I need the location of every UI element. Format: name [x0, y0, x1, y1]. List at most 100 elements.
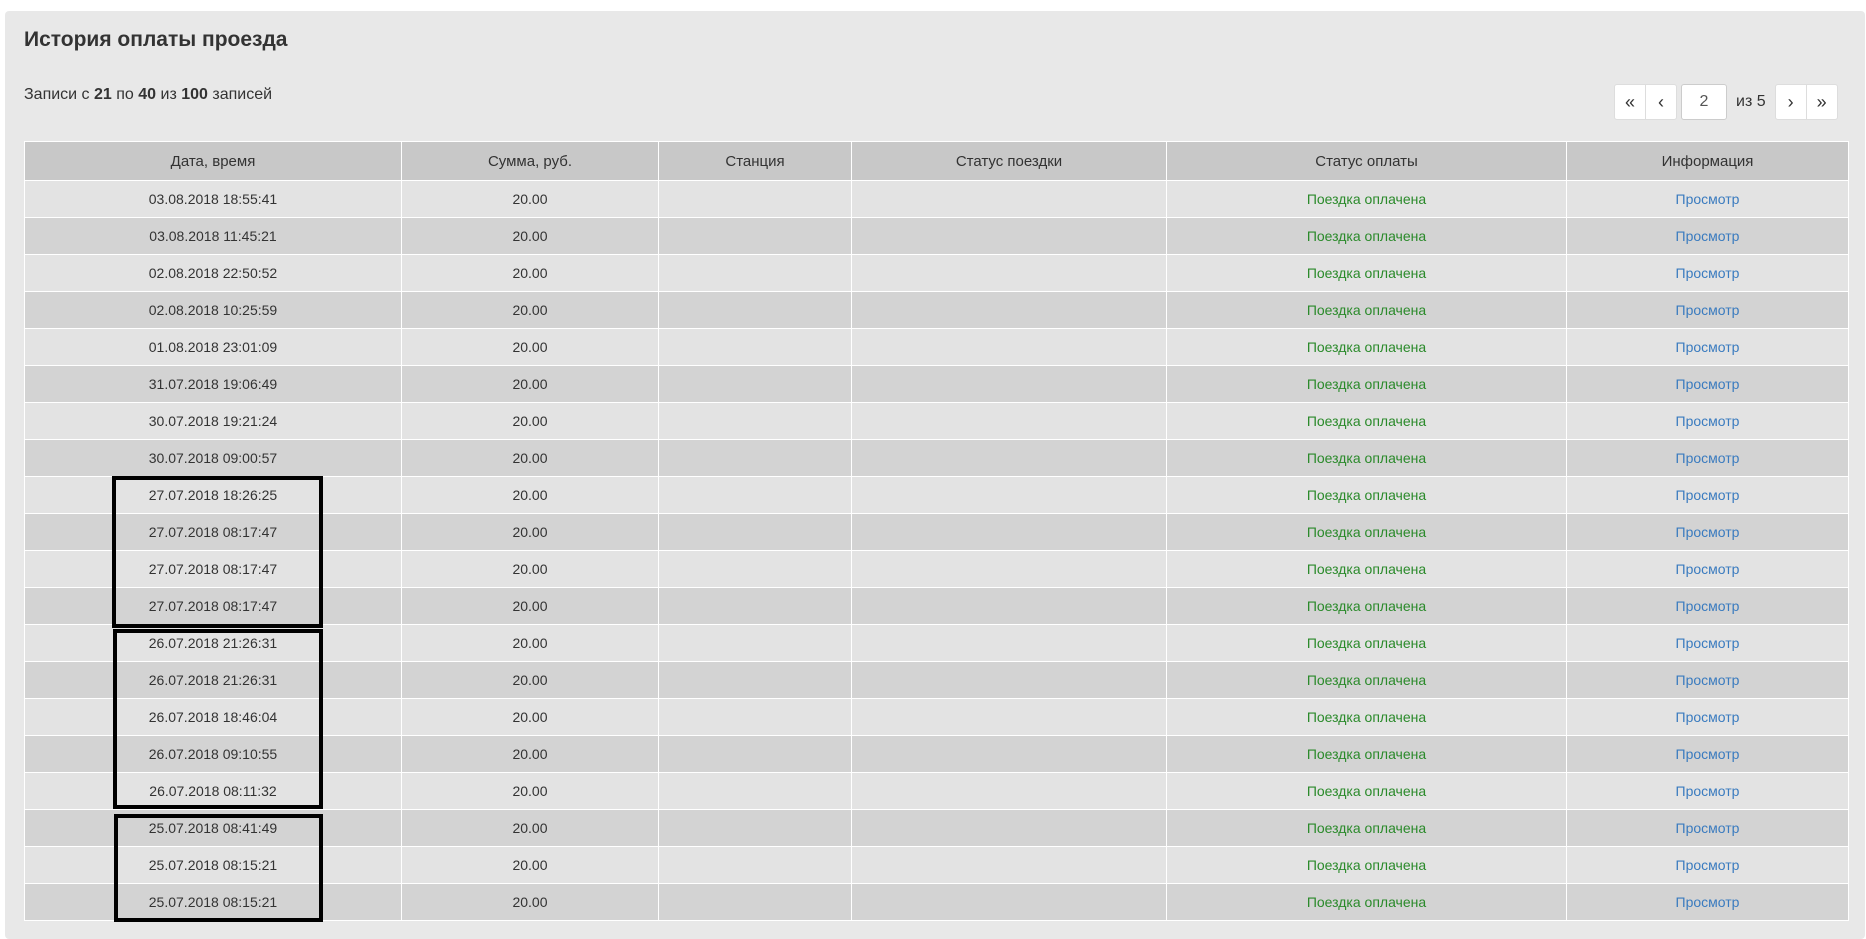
cell-station — [658, 365, 852, 403]
table-row: 03.08.2018 18:55:41 20.00 Поездка оплачена… — [24, 180, 1849, 218]
cell-trip-status — [851, 846, 1167, 884]
cell-station — [658, 254, 852, 292]
records-mid1: по — [116, 86, 134, 103]
cell-payment-status: Поездка оплачена — [1166, 291, 1567, 329]
cell-station — [658, 772, 852, 810]
view-link[interactable]: Просмотр — [1676, 894, 1740, 910]
cell-datetime: 31.07.2018 19:06:49 — [24, 365, 402, 403]
cell-info: Просмотр — [1566, 439, 1849, 477]
view-link[interactable]: Просмотр — [1676, 413, 1740, 429]
cell-trip-status — [851, 624, 1167, 662]
cell-datetime: 30.07.2018 19:21:24 — [24, 402, 402, 440]
cell-datetime: 03.08.2018 18:55:41 — [24, 180, 402, 218]
cell-payment-status: Поездка оплачена — [1166, 217, 1567, 255]
cell-info: Просмотр — [1566, 735, 1849, 773]
view-link[interactable]: Просмотр — [1676, 376, 1740, 392]
cell-amount: 20.00 — [401, 809, 659, 847]
view-link[interactable]: Просмотр — [1676, 524, 1740, 540]
table-row: 01.08.2018 23:01:09 20.00 Поездка оплачена… — [24, 328, 1849, 366]
cell-amount: 20.00 — [401, 883, 659, 921]
cell-trip-status — [851, 809, 1167, 847]
last-page-button[interactable]: » — [1805, 84, 1838, 120]
cell-payment-status: Поездка оплачена — [1166, 402, 1567, 440]
cell-trip-status — [851, 402, 1167, 440]
view-link[interactable]: Просмотр — [1676, 709, 1740, 725]
view-link[interactable]: Просмотр — [1676, 561, 1740, 577]
page-title: История оплаты проезда — [24, 28, 288, 51]
view-link[interactable]: Просмотр — [1676, 857, 1740, 873]
prev-page-button[interactable]: ‹ — [1645, 84, 1677, 120]
records-from: 21 — [94, 86, 112, 103]
view-link[interactable]: Просмотр — [1676, 265, 1740, 281]
cell-station — [658, 291, 852, 329]
view-link[interactable]: Просмотр — [1676, 191, 1740, 207]
cell-datetime: 26.07.2018 09:10:55 — [24, 735, 402, 773]
table-row: 27.07.2018 18:26:25 20.00 Поездка оплачена… — [24, 476, 1849, 514]
cell-info: Просмотр — [1566, 402, 1849, 440]
cell-info: Просмотр — [1566, 180, 1849, 218]
cell-trip-status — [851, 365, 1167, 403]
table-row: 26.07.2018 21:26:31 20.00 Поездка оплачена… — [24, 624, 1849, 662]
records-prefix: Записи с — [24, 86, 90, 103]
cell-trip-status — [851, 735, 1167, 773]
cell-trip-status — [851, 217, 1167, 255]
page-number-input[interactable] — [1681, 84, 1727, 120]
cell-payment-status: Поездка оплачена — [1166, 254, 1567, 292]
table-row: 26.07.2018 08:11:32 20.00 Поездка оплачена… — [24, 772, 1849, 810]
view-link[interactable]: Просмотр — [1676, 339, 1740, 355]
next-page-button[interactable]: › — [1774, 84, 1807, 120]
table-row: 02.08.2018 10:25:59 20.00 Поездка оплачена… — [24, 291, 1849, 329]
cell-station — [658, 513, 852, 551]
cell-trip-status — [851, 513, 1167, 551]
cell-amount: 20.00 — [401, 550, 659, 588]
records-suffix: записей — [212, 86, 273, 103]
cell-amount: 20.00 — [401, 328, 659, 366]
cell-trip-status — [851, 772, 1167, 810]
header-datetime[interactable]: Дата, время — [24, 141, 402, 181]
table-row: 27.07.2018 08:17:47 20.00 Поездка оплачена… — [24, 550, 1849, 588]
cell-trip-status — [851, 328, 1167, 366]
cell-payment-status: Поездка оплачена — [1166, 550, 1567, 588]
cell-station — [658, 439, 852, 477]
header-station[interactable]: Станция — [658, 141, 852, 181]
cell-station — [658, 328, 852, 366]
cell-info: Просмотр — [1566, 587, 1849, 625]
view-link[interactable]: Просмотр — [1676, 228, 1740, 244]
table-row: 30.07.2018 09:00:57 20.00 Поездка оплачена… — [24, 439, 1849, 477]
view-link[interactable]: Просмотр — [1676, 820, 1740, 836]
cell-datetime: 26.07.2018 21:26:31 — [24, 624, 402, 662]
cell-datetime: 27.07.2018 08:17:47 — [24, 587, 402, 625]
cell-trip-status — [851, 291, 1167, 329]
table-row: 03.08.2018 11:45:21 20.00 Поездка оплачена… — [24, 217, 1849, 255]
view-link[interactable]: Просмотр — [1676, 635, 1740, 651]
view-link[interactable]: Просмотр — [1676, 746, 1740, 762]
header-amount[interactable]: Сумма, руб. — [401, 141, 659, 181]
view-link[interactable]: Просмотр — [1676, 783, 1740, 799]
cell-datetime: 02.08.2018 22:50:52 — [24, 254, 402, 292]
cell-datetime: 01.08.2018 23:01:09 — [24, 328, 402, 366]
view-link[interactable]: Просмотр — [1676, 672, 1740, 688]
cell-amount: 20.00 — [401, 513, 659, 551]
cell-trip-status — [851, 661, 1167, 699]
table-header-row: Дата, время Сумма, руб. Станция Статус п… — [24, 141, 1849, 181]
cell-amount: 20.00 — [401, 402, 659, 440]
cell-station — [658, 661, 852, 699]
view-link[interactable]: Просмотр — [1676, 487, 1740, 503]
table-row: 31.07.2018 19:06:49 20.00 Поездка оплачена… — [24, 365, 1849, 403]
header-payment-status[interactable]: Статус оплаты — [1166, 141, 1567, 181]
header-trip-status[interactable]: Статус поездки — [851, 141, 1167, 181]
cell-datetime: 30.07.2018 09:00:57 — [24, 439, 402, 477]
cell-payment-status: Поездка оплачена — [1166, 180, 1567, 218]
view-link[interactable]: Просмотр — [1676, 302, 1740, 318]
cell-payment-status: Поездка оплачена — [1166, 476, 1567, 514]
first-page-button[interactable]: « — [1614, 84, 1646, 120]
cell-trip-status — [851, 550, 1167, 588]
view-link[interactable]: Просмотр — [1676, 450, 1740, 466]
cell-amount: 20.00 — [401, 698, 659, 736]
cell-datetime: 03.08.2018 11:45:21 — [24, 217, 402, 255]
cell-payment-status: Поездка оплачена — [1166, 439, 1567, 477]
cell-payment-status: Поездка оплачена — [1166, 365, 1567, 403]
view-link[interactable]: Просмотр — [1676, 598, 1740, 614]
cell-info: Просмотр — [1566, 476, 1849, 514]
cell-trip-status — [851, 254, 1167, 292]
